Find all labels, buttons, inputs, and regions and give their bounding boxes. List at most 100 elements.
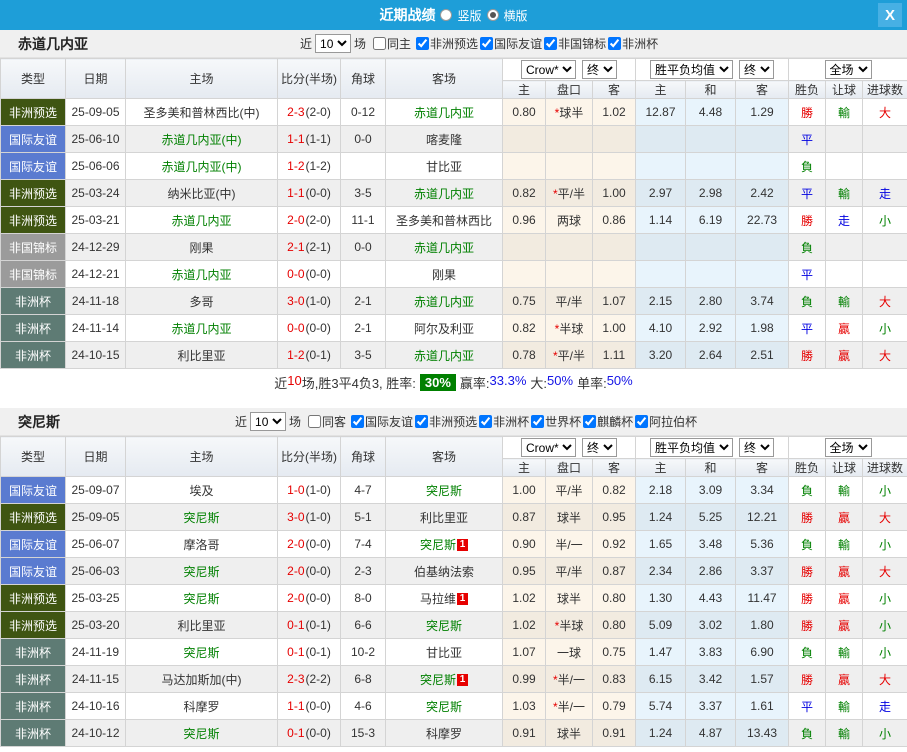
match-type: 非国锦标 [0, 260, 66, 288]
avg-select[interactable]: 胜平负均值 [650, 60, 734, 79]
same-away-checkbox[interactable] [308, 415, 322, 428]
league-checkbox[interactable] [415, 415, 429, 428]
red-card-badge: 1 [457, 592, 468, 605]
league-checkbox[interactable] [635, 415, 649, 428]
league-checkbox[interactable] [608, 37, 622, 50]
league-checkbox[interactable] [479, 415, 493, 428]
odds-away: 0.86 [591, 206, 637, 234]
goals-result: 大 [862, 98, 907, 126]
league-checkbox[interactable] [544, 37, 558, 50]
home-team: 多哥 [125, 287, 278, 315]
goals-result: 小 [862, 476, 907, 504]
recent-count-select[interactable]: 10 [250, 412, 287, 431]
match-date: 25-03-20 [65, 611, 126, 639]
match-row: 非国锦标 24-12-29 刚果 2-1(2-1) 0-0 赤道几内亚 負 [0, 233, 907, 261]
score: 2-1(2-1) [277, 233, 341, 261]
goals-result: 大 [862, 503, 907, 531]
avg-home: 3.20 [635, 341, 687, 369]
avg-away: 1.61 [735, 692, 790, 720]
goals-result: 走 [862, 692, 907, 720]
col-date-header: 日期 [65, 436, 126, 477]
match-row: 非洲杯 24-11-14 赤道几内亚 0-0(0-0) 2-1 阿尔及利亚 0.82 *半球 1… [0, 314, 907, 342]
avg-draw [685, 260, 737, 288]
handicap-result: 輸 [825, 638, 864, 666]
final-odds-select[interactable]: 终 [582, 438, 617, 457]
match-type: 非洲预选 [0, 98, 66, 126]
result: 平 [788, 125, 827, 153]
scope-select[interactable]: 全场 [824, 438, 872, 457]
score: 2-0(0-0) [277, 557, 341, 585]
avg-home: 1.47 [635, 638, 687, 666]
result: 負 [788, 530, 827, 558]
league-checkbox[interactable] [583, 415, 597, 428]
vertical-layout-radio[interactable] [440, 9, 453, 21]
match-row: 国际友谊 25-06-10 赤道几内亚(中) 1-1(1-1) 0-0 喀麦隆 平 [0, 125, 907, 153]
avg-away: 13.43 [735, 719, 790, 747]
avg-home: 5.74 [635, 692, 687, 720]
match-type: 非洲杯 [0, 719, 66, 747]
league-filter: 国际友谊 [351, 413, 413, 430]
odds-handicap: 球半 [545, 503, 593, 531]
odds-home: 0.78 [502, 341, 546, 369]
result: 負 [788, 287, 827, 315]
final-avg-select[interactable]: 终 [739, 438, 775, 457]
handicap-result: 贏 [825, 584, 864, 612]
goals-result: 大 [862, 557, 907, 585]
horizontal-layout-radio[interactable] [486, 9, 499, 21]
league-checkbox[interactable] [480, 37, 494, 50]
match-date: 25-09-07 [65, 476, 126, 504]
avg-away: 5.36 [735, 530, 790, 558]
match-type: 非洲预选 [0, 611, 66, 639]
odds-handicap: *半球 [545, 314, 593, 342]
league-checkbox[interactable] [531, 415, 545, 428]
stat-label: 赢率: [459, 376, 490, 391]
avg-select[interactable]: 胜平负均值 [650, 438, 734, 457]
handicap-result: 輸 [825, 287, 864, 315]
avg-draw: 3.48 [685, 530, 737, 558]
result: 平 [788, 314, 827, 342]
score: 0-0(0-0) [277, 260, 341, 288]
avg-away: 11.47 [735, 584, 790, 612]
match-type: 非洲预选 [0, 503, 66, 531]
bookmaker-select[interactable]: Crow* [521, 60, 576, 79]
match-date: 24-11-14 [65, 314, 126, 342]
league-checkbox[interactable] [351, 415, 365, 428]
bookmaker-select[interactable]: Crow* [521, 438, 576, 457]
recent-count-select[interactable]: 10 [315, 34, 352, 53]
corner: 0-0 [340, 233, 386, 261]
col-away-header: 客场 [385, 436, 503, 477]
summary-row: 近 10 场,胜3平4负3, 胜率: 30% 赢率: 33.3% 大: 50% 单率: 5… [0, 369, 907, 396]
score: 1-1(0-0) [277, 692, 341, 720]
odds-home: 0.80 [502, 98, 546, 126]
avg-draw: 2.92 [685, 314, 737, 342]
final-odds-select[interactable]: 终 [582, 60, 617, 79]
close-icon[interactable]: X [878, 3, 902, 27]
match-row: 非洲杯 24-10-16 科摩罗 1-1(0-0) 4-6 突尼斯 1.03 *半/一 0.79… [0, 692, 907, 720]
result: 負 [788, 233, 827, 261]
odds-away: 1.00 [591, 314, 637, 342]
odds-away: 0.87 [591, 557, 637, 585]
score: 2-3(2-0) [277, 98, 341, 126]
avg-away: 2.42 [735, 179, 790, 207]
league-checkbox[interactable] [416, 37, 430, 50]
odds-away [591, 125, 637, 153]
score: 0-0(0-0) [277, 314, 341, 342]
home-team: 突尼斯 [125, 584, 278, 612]
match-date: 24-10-15 [65, 341, 126, 369]
avg-draw: 2.64 [685, 341, 737, 369]
stat-value: 33.3% [489, 373, 527, 388]
corner: 4-6 [340, 692, 386, 720]
match-type: 非洲预选 [0, 584, 66, 612]
odds-away: 0.92 [591, 530, 637, 558]
same-home-checkbox[interactable] [373, 37, 387, 50]
match-date: 24-10-12 [65, 719, 126, 747]
avg-away: 22.73 [735, 206, 790, 234]
horizontal-layout-label: 横版 [503, 8, 528, 23]
col-corner-header: 角球 [340, 58, 386, 99]
score: 0-1(0-1) [277, 611, 341, 639]
scope-select[interactable]: 全场 [824, 60, 872, 79]
col-handicap-result-header: 让球 [825, 458, 864, 477]
final-avg-select[interactable]: 终 [739, 60, 775, 79]
avg-home: 1.65 [635, 530, 687, 558]
match-date: 24-11-15 [65, 665, 126, 693]
